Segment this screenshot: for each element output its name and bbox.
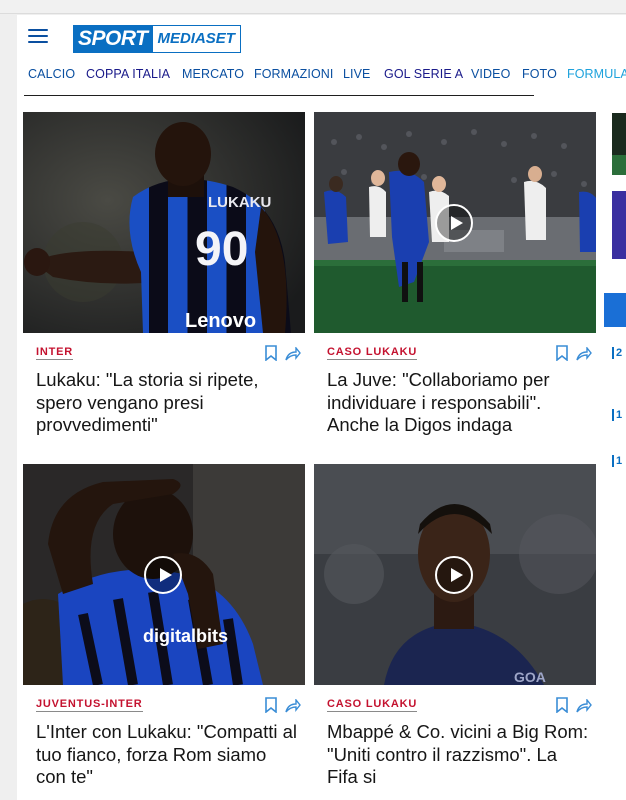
nav-item-mercato[interactable]: MERCATO [182,67,244,81]
share-icon[interactable] [285,347,301,361]
sidebar-badge[interactable]: 1 [612,455,626,467]
browser-top-strip [0,0,626,14]
bookmark-icon[interactable] [555,697,569,713]
article-title[interactable]: Mbappé & Co. vicini a Big Rom: "Uniti co… [327,721,591,789]
right-sidebar: 2 1 1 [604,95,626,800]
article-title[interactable]: Lukaku: "La storia si ripete, spero veng… [36,369,300,437]
sidebar-badge[interactable]: 1 [612,409,626,421]
bookmark-icon[interactable] [555,345,569,361]
sidebar-tab[interactable] [604,293,626,327]
nav-item-live[interactable]: LIVE [343,67,371,81]
article-image[interactable]: digitalbits [23,464,305,685]
bookmark-icon[interactable] [264,697,278,713]
article-card: CASO LUKAKU La Juve: "Collaboriamo per i… [314,112,596,448]
article-tag[interactable]: INTER [36,346,73,360]
nav-item-video[interactable]: VIDEO [471,67,510,81]
article-tag[interactable]: JUVENTUS-INTER [36,698,143,712]
article-title[interactable]: L'Inter con Lukaku: "Compatti al tuo fia… [36,721,300,789]
article-image[interactable]: GOA [314,464,596,685]
nav-item-formazioni[interactable]: FORMAZIONI [254,67,333,81]
nav-item-calcio[interactable]: CALCIO [28,67,75,81]
article-image[interactable]: LUKAKU 90 Lenovo [23,112,305,333]
svg-text:digitalbits: digitalbits [143,626,228,646]
sport-mediaset-logo[interactable]: SPORT MEDIASET [73,25,241,53]
svg-text:LUKAKU: LUKAKU [208,194,271,211]
menu-icon[interactable] [28,29,48,43]
bookmark-icon[interactable] [264,345,278,361]
article-tag[interactable]: CASO LUKAKU [327,698,418,712]
share-icon[interactable] [285,699,301,713]
article-image[interactable] [314,112,596,333]
share-icon[interactable] [576,347,592,361]
main-nav: CALCIO COPPA ITALIA MERCATO FORMAZIONI L… [17,63,626,89]
play-video-icon[interactable] [435,556,473,594]
article-title[interactable]: La Juve: "Collaboriamo per individuare i… [327,369,591,437]
play-video-icon[interactable] [144,556,182,594]
nav-divider [24,95,534,96]
svg-text:90: 90 [195,223,248,276]
logo-mediaset-text: MEDIASET [153,25,241,53]
share-icon[interactable] [576,699,592,713]
sidebar-badge[interactable]: 2 [612,347,626,359]
svg-text:Lenovo: Lenovo [185,310,256,332]
site-header: SPORT MEDIASET [17,15,626,63]
nav-item-gol-serie-a[interactable]: GOL SERIE A [384,67,463,81]
article-card: GOA CASO LUKAKU Mbappé & Co. vicini a Bi… [314,464,596,800]
logo-sport-text: SPORT [73,25,154,53]
sidebar-thumbnail[interactable] [612,113,626,175]
play-video-icon[interactable] [435,204,473,242]
nav-item-formula[interactable]: FORMULA [567,67,626,81]
nav-item-coppa-italia[interactable]: COPPA ITALIA [86,67,170,81]
nav-item-foto[interactable]: FOTO [522,67,557,81]
article-card: digitalbits JUVENTUS-INTER L'Inter con L… [23,464,305,800]
article-card: LUKAKU 90 Lenovo INTER Lukaku: "La stori… [23,112,305,448]
sidebar-banner[interactable] [612,191,626,259]
svg-text:GOA: GOA [514,669,546,685]
article-tag[interactable]: CASO LUKAKU [327,346,418,360]
